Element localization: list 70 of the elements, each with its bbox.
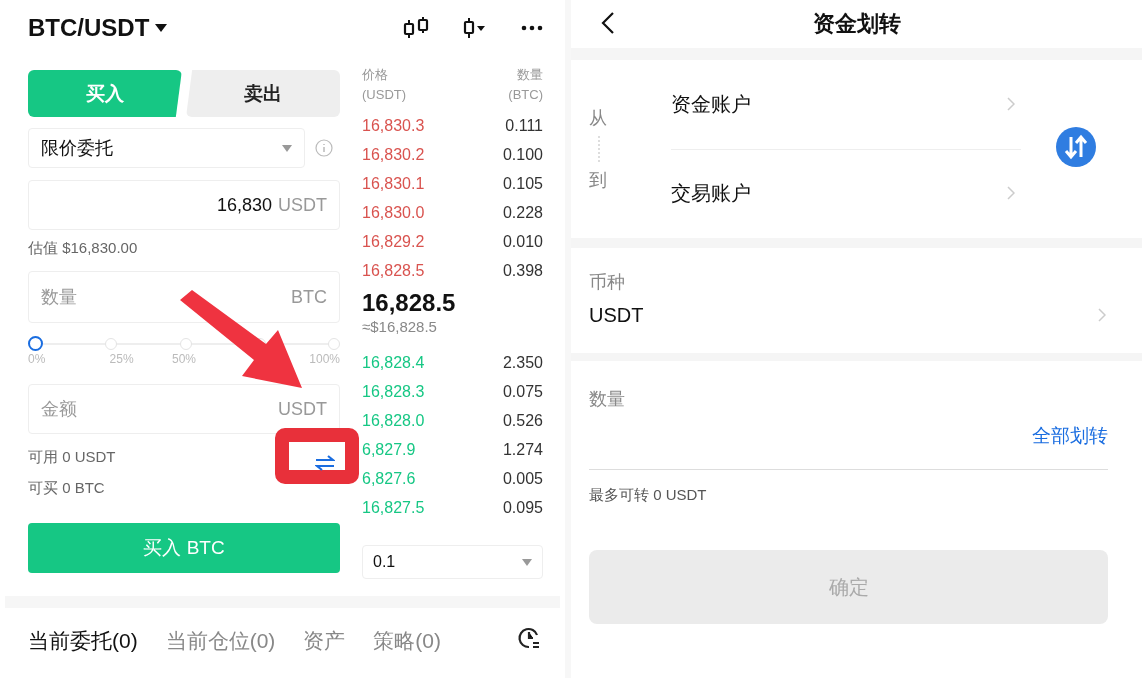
ask-price: 16,830.0: [362, 203, 425, 222]
ask-price: 16,830.2: [362, 145, 425, 164]
transfer-all-link[interactable]: 全部划转: [1032, 423, 1108, 449]
order-tab[interactable]: 当前仓位(0): [165, 626, 276, 655]
more-icon[interactable]: [521, 24, 543, 31]
order-tab[interactable]: 策略(0): [373, 626, 441, 655]
order-type-dropdown[interactable]: 限价委托: [28, 128, 305, 168]
bid-price: 16,828.4: [362, 353, 425, 372]
trading-pair-title[interactable]: BTC/USDT: [28, 13, 150, 42]
order-amount: 0.526: [502, 411, 543, 430]
swap-direction-icon[interactable]: [1056, 127, 1096, 167]
ask-price: 16,828.5: [362, 261, 425, 280]
coin-label: 币种: [589, 271, 626, 294]
bid-price: 16,828.0: [362, 411, 425, 430]
caret-icon: [522, 559, 532, 566]
estimated-value: 估值 $16,830.00: [28, 239, 139, 258]
order-amount: 0.005: [502, 469, 543, 488]
candlestick-dropdown-icon[interactable]: [463, 16, 487, 39]
order-amount: 0.398: [502, 261, 543, 280]
history-icon[interactable]: [517, 626, 541, 650]
order-tab[interactable]: 当前委托(0): [28, 626, 138, 655]
last-price-usd: ≈$16,828.5: [362, 318, 438, 337]
back-icon[interactable]: [601, 12, 615, 34]
caret-icon[interactable]: [155, 23, 168, 32]
chevron-icon: [1007, 97, 1015, 111]
chevron-icon: [1007, 186, 1015, 200]
order-amount: 0.075: [502, 382, 543, 401]
order-amount: 0.228: [502, 203, 543, 222]
bid-price: 6,827.9: [362, 440, 416, 459]
slider-thumb[interactable]: [28, 336, 43, 351]
bid-price: 6,827.6: [362, 469, 416, 488]
column-header: 数量: [516, 66, 543, 84]
order-amount: 0.105: [502, 174, 543, 193]
slider-tick-label: 0%: [28, 352, 47, 368]
precision-dropdown[interactable]: 0.1: [362, 545, 543, 579]
last-price: 16,828.5: [362, 288, 457, 318]
order-amount: 2.350: [502, 353, 543, 372]
caret-icon: [282, 145, 292, 152]
slider-tick-label: 25%: [109, 352, 134, 368]
side-tab[interactable]: 卖出: [186, 70, 340, 117]
order-amount: 0.111: [505, 116, 543, 135]
order-tab[interactable]: 资产: [303, 626, 346, 655]
amount-label: 数量: [589, 388, 626, 411]
ask-price: 16,830.3: [362, 116, 425, 135]
candlestick-chart-icon[interactable]: [403, 15, 429, 40]
slider-tick-label: 50%: [171, 352, 196, 368]
slider-tick-label: 100%: [309, 352, 340, 368]
account-selector[interactable]: 资金账户: [671, 60, 1021, 149]
bid-price: 16,827.5: [362, 498, 425, 517]
order-amount: 0.100: [502, 145, 543, 164]
order-amount: 1.274: [502, 440, 543, 459]
ask-price: 16,829.2: [362, 232, 425, 251]
price-field[interactable]: 16,830 USDT: [28, 180, 340, 230]
available-balance: 可用 0 USDT: [28, 447, 116, 467]
chevron-icon: [1098, 308, 1106, 322]
ask-price: 16,830.1: [362, 174, 425, 193]
swap-icon[interactable]: [315, 455, 335, 471]
max-transferable: 最多可转 0 USDT: [589, 486, 708, 505]
column-unit: (BTC): [508, 86, 543, 104]
order-amount: 0.095: [502, 498, 543, 517]
buyable-amount: 可买 0 BTC: [28, 478, 105, 498]
column-unit: (USDT): [362, 86, 407, 104]
to-label: 到: [589, 169, 607, 192]
column-header: 价格: [362, 66, 389, 84]
page-title: 资金划转: [812, 10, 901, 38]
account-selector[interactable]: 交易账户: [671, 148, 1021, 238]
order-amount: 0.010: [502, 232, 543, 251]
coin-selector[interactable]: USDT: [589, 304, 1106, 327]
bid-price: 16,828.3: [362, 382, 425, 401]
from-label: 从: [589, 107, 607, 130]
